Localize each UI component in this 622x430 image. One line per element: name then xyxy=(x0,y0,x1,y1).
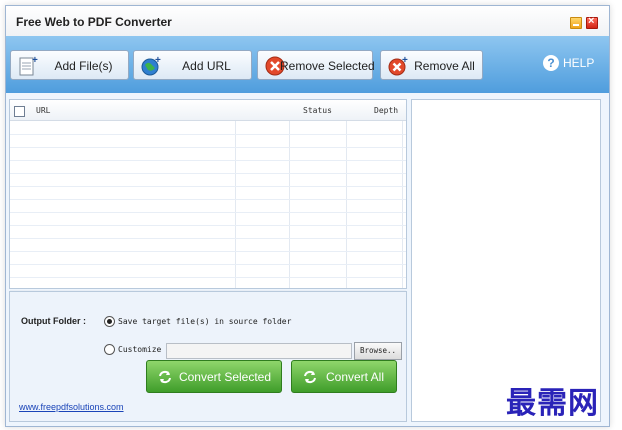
custom-path-input[interactable] xyxy=(166,343,352,359)
empty-row xyxy=(10,134,406,148)
empty-row xyxy=(10,251,406,265)
customize-label[interactable]: Customize xyxy=(118,345,161,354)
minimize-button[interactable] xyxy=(570,17,582,29)
output-folder-label: Output Folder : xyxy=(21,316,86,326)
empty-row xyxy=(10,225,406,239)
toolbar: + Add File(s) + Add URL Remove Selected xyxy=(6,36,609,93)
svg-text:+: + xyxy=(32,55,38,66)
convert-selected-label: Convert Selected xyxy=(178,370,272,384)
source-folder-label[interactable]: Save target file(s) in source folder xyxy=(118,317,291,326)
empty-row xyxy=(10,160,406,174)
url-list[interactable]: URL Status Depth xyxy=(9,99,407,291)
window-title: Free Web to PDF Converter xyxy=(16,15,172,29)
remove-all-button[interactable]: + Remove All xyxy=(380,50,483,80)
help-label: HELP xyxy=(563,56,595,70)
refresh-arrows-icon xyxy=(159,370,171,384)
empty-row xyxy=(10,121,406,135)
empty-row xyxy=(10,199,406,213)
app-window: Free Web to PDF Converter + Add File(s) … xyxy=(5,5,610,427)
convert-all-label: Convert All xyxy=(325,370,385,384)
website-link[interactable]: www.freepdfsolutions.com xyxy=(19,402,124,412)
empty-row xyxy=(10,147,406,161)
convert-all-button[interactable]: Convert All xyxy=(291,360,397,393)
svg-text:+: + xyxy=(155,55,161,66)
refresh-arrows-icon xyxy=(304,370,316,384)
empty-row xyxy=(10,173,406,187)
help-button[interactable]: ? HELP xyxy=(543,55,594,71)
document-add-icon: + xyxy=(19,55,38,76)
add-url-button[interactable]: + Add URL xyxy=(133,50,252,80)
add-files-label: Add File(s) xyxy=(54,59,113,73)
add-files-button[interactable]: + Add File(s) xyxy=(10,50,129,80)
output-panel: Output Folder : Save target file(s) in s… xyxy=(9,291,407,422)
remove-all-label: Remove All xyxy=(414,59,475,73)
empty-row xyxy=(10,212,406,226)
question-circle-icon: ? xyxy=(543,55,559,71)
globe-add-icon: + xyxy=(141,55,161,76)
convert-selected-button[interactable]: Convert Selected xyxy=(146,360,282,393)
empty-row xyxy=(10,186,406,200)
close-button[interactable] xyxy=(586,15,598,29)
column-url[interactable]: URL xyxy=(36,106,50,115)
column-depth[interactable]: Depth xyxy=(374,106,398,115)
source-folder-radio[interactable] xyxy=(104,316,115,327)
remove-selected-label: Remove Selected xyxy=(280,59,375,73)
preview-panel xyxy=(411,99,601,422)
title-bar: Free Web to PDF Converter xyxy=(6,6,609,36)
customize-radio[interactable] xyxy=(104,344,115,355)
select-all-checkbox[interactable] xyxy=(14,106,25,117)
watermark-text: 最需网 xyxy=(506,386,599,421)
list-header: URL Status Depth xyxy=(10,100,406,121)
list-rows xyxy=(10,121,406,291)
column-status[interactable]: Status xyxy=(303,106,332,115)
browse-button[interactable]: Browse.. xyxy=(354,342,402,360)
add-url-label: Add URL xyxy=(182,59,231,73)
remove-selected-button[interactable]: Remove Selected xyxy=(257,50,375,80)
red-x-add-icon: + xyxy=(388,55,408,76)
empty-row xyxy=(10,238,406,252)
empty-row xyxy=(10,277,406,291)
empty-row xyxy=(10,264,406,278)
